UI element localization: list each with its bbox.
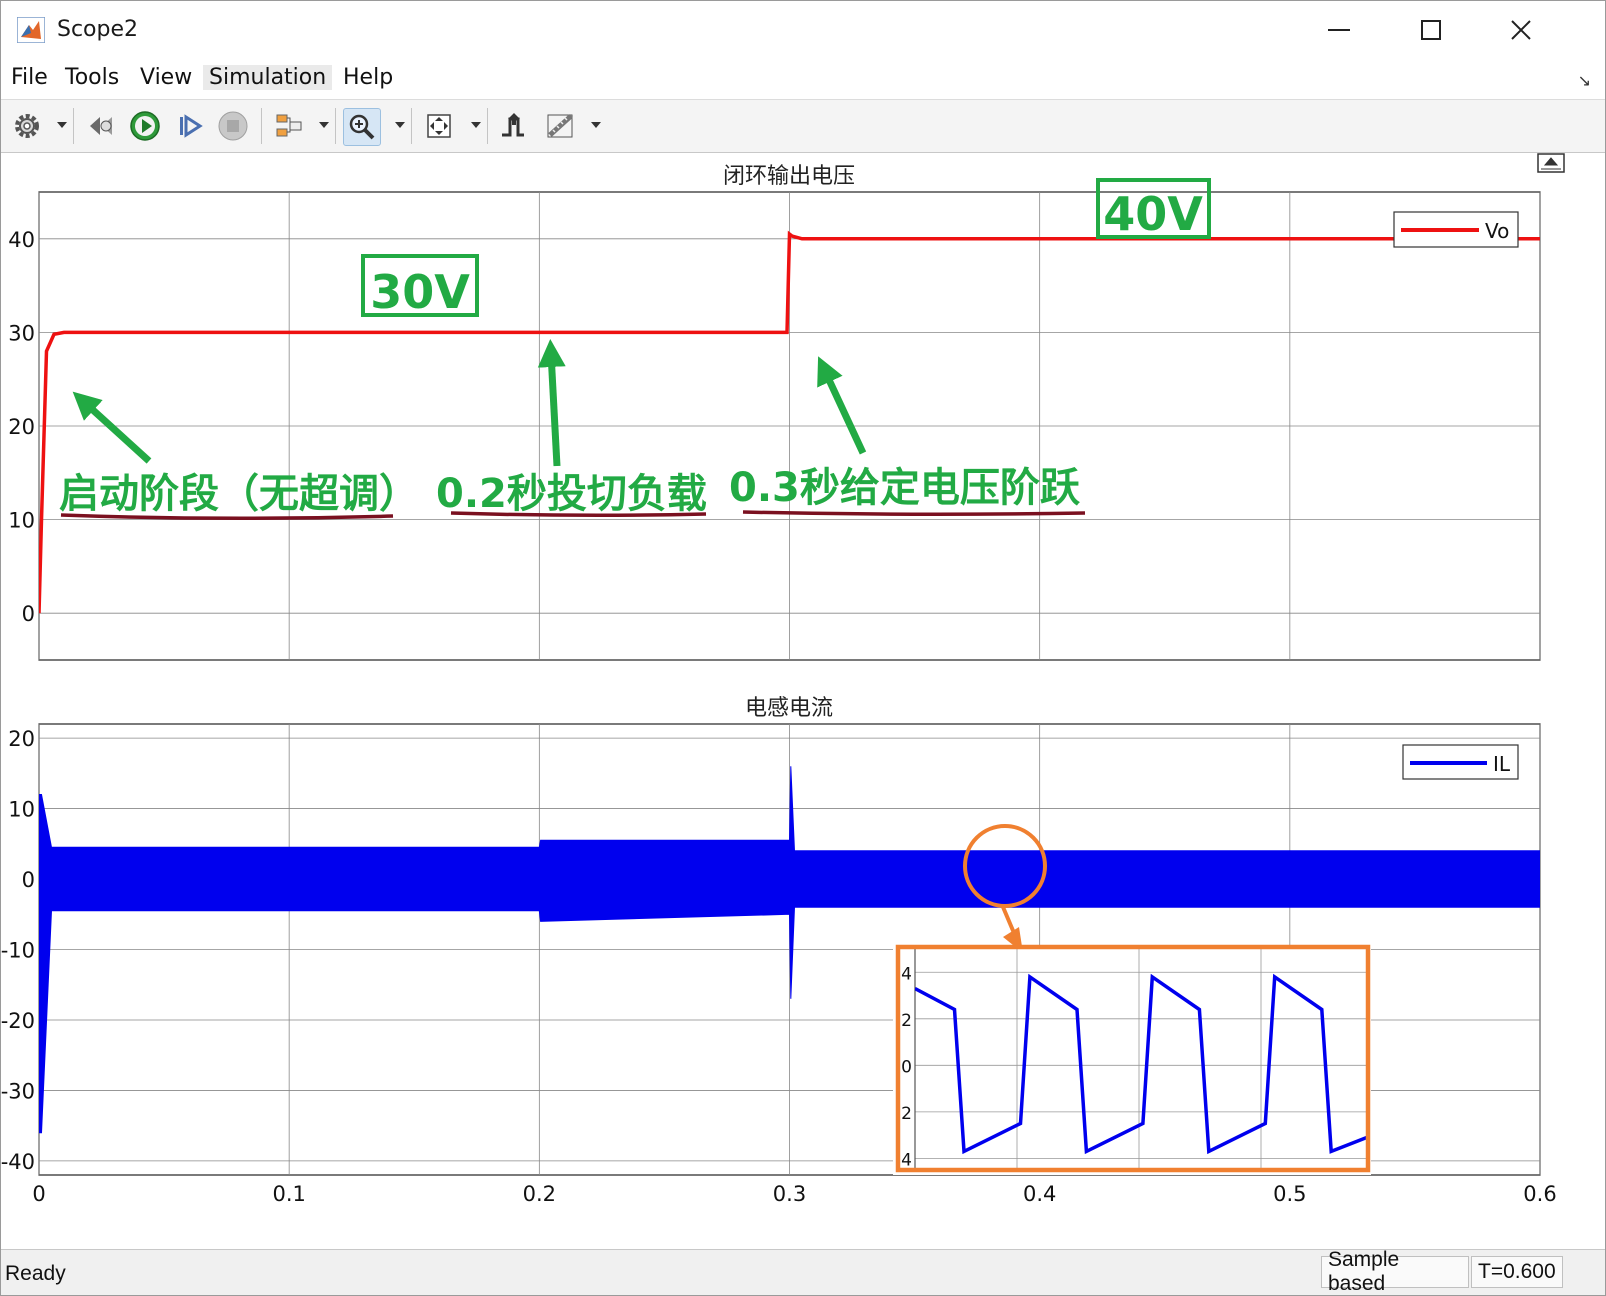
plot2-y-tick-label: 10	[8, 798, 35, 822]
plot1-y-ticks: 40 30 20 10 0	[8, 228, 35, 626]
plots-canvas: 闭环输出电压 403020100 Vo 30V 40V 启动阶段（无超调） 0.…	[1, 153, 1565, 1206]
inset-y-tick-label: 2	[901, 1011, 912, 1031]
svg-text:40V: 40V	[1103, 187, 1203, 241]
plot2-y-tick-label: -40	[1, 1150, 35, 1174]
signal-selector-dropdown-icon[interactable]	[319, 122, 329, 128]
legend-vo-label: Vo	[1485, 219, 1509, 243]
menu-view[interactable]: View	[140, 65, 192, 90]
plot2-y-tick-label: -20	[1, 1009, 35, 1033]
stop-icon	[218, 111, 248, 141]
plot2-y-tick-label: -30	[1, 1079, 35, 1103]
menu-simulation[interactable]: Simulation	[203, 65, 333, 90]
annotation-startup-label: 启动阶段（无超调）	[59, 471, 419, 517]
x-tick-label: 0.6	[1523, 1182, 1556, 1206]
plot2-y-tick-label: 20	[8, 727, 35, 751]
dock-arrow-icon[interactable]: ↘	[1578, 71, 1591, 90]
undock-button[interactable]	[1537, 153, 1565, 173]
window-title: Scope2	[57, 17, 139, 42]
measurements-button[interactable]	[543, 108, 579, 144]
plot1-y-tick-label: 40	[8, 228, 35, 252]
maximize-icon	[1421, 20, 1441, 40]
triggers-icon	[502, 113, 524, 137]
settings-button[interactable]	[9, 108, 45, 144]
step-forward-button[interactable]	[171, 108, 207, 144]
measurements-icon	[547, 114, 573, 138]
x-tick-label: 0.2	[523, 1182, 556, 1206]
menu-bar: File Tools View Simulation Help ↘	[1, 59, 1605, 100]
close-button[interactable]	[1475, 1, 1567, 59]
title-bar[interactable]: Scope2	[1, 1, 1605, 59]
zoom-button[interactable]	[343, 108, 381, 146]
stop-button[interactable]	[215, 108, 251, 144]
maximize-button[interactable]	[1385, 1, 1477, 59]
plot1-y-tick-label: 0	[22, 602, 35, 626]
plot2-title: 电感电流	[745, 696, 833, 721]
x-tick-label: 0.5	[1273, 1182, 1306, 1206]
svg-text:30V: 30V	[370, 265, 470, 319]
plot1-y-tick-label: 20	[8, 415, 35, 439]
x-tick-label: 0.4	[1023, 1182, 1056, 1206]
step-back-icon	[90, 117, 112, 135]
inset-y-tick-label: 4	[901, 1150, 912, 1170]
toolbar	[1, 100, 1605, 153]
measurements-dropdown-icon[interactable]	[591, 122, 601, 128]
triggers-button[interactable]	[495, 108, 531, 144]
autoscale-icon	[427, 114, 451, 138]
annotation-step-label: 0.3秒给定电压阶跃	[729, 465, 1081, 511]
zoom-icon	[349, 114, 375, 140]
autoscale-button[interactable]	[421, 108, 457, 144]
minimize-button[interactable]	[1293, 1, 1385, 59]
x-tick-label: 0	[32, 1182, 45, 1206]
menu-tools[interactable]: Tools	[65, 65, 119, 90]
plot1-title: 闭环输出电压	[723, 164, 855, 189]
settings-icon	[15, 114, 39, 138]
signal-selector-icon	[276, 114, 302, 137]
legend-il-label: IL	[1493, 752, 1511, 776]
status-mode: Sample based	[1321, 1248, 1469, 1295]
annotation-load-label: 0.2秒投切负载	[436, 471, 707, 517]
plot2-y-tick-label: 0	[22, 868, 35, 892]
menu-help[interactable]: Help	[343, 65, 393, 90]
x-tick-label: 0.3	[773, 1182, 806, 1206]
toolbar-separator	[487, 108, 488, 144]
toolbar-separator	[73, 108, 74, 144]
step-forward-icon	[180, 114, 203, 138]
scope-window: Scope2 File Tools View Simulation Help ↘	[0, 0, 1606, 1296]
menu-file[interactable]: File	[11, 65, 48, 90]
plot-area: 闭环输出电压 40 30 20 10 0 Vo 30V 40V 启动阶段（无超调…	[1, 153, 1605, 1247]
run-button[interactable]	[127, 108, 163, 144]
x-tick-label: 0.1	[272, 1182, 305, 1206]
status-ready: Ready	[5, 1262, 66, 1285]
close-icon	[1511, 20, 1531, 40]
toolbar-separator	[335, 108, 336, 144]
settings-dropdown-icon[interactable]	[57, 122, 67, 128]
x-axis-ticks: 0 0.1 0.2 0.3 0.4 0.5 0.6	[32, 1182, 1556, 1206]
plot1-y-tick-label: 30	[8, 321, 35, 345]
run-icon	[130, 111, 160, 141]
status-bar: Ready Sample based T=0.600	[1, 1248, 1605, 1295]
step-back-button[interactable]	[83, 108, 119, 144]
plot1-y-tick-label: 10	[8, 509, 35, 533]
plot2-y-ticks: 20 10 0 -10 -20 -30 -40	[1, 727, 35, 1174]
annotation-30v: 30V	[361, 254, 479, 319]
plot2-legend[interactable]: IL	[1402, 744, 1519, 780]
minimize-icon	[1328, 29, 1350, 31]
plot1-legend[interactable]: Vo	[1393, 211, 1519, 248]
inset-y-tick-label: 2	[901, 1104, 912, 1124]
signal-selector-button[interactable]	[271, 108, 307, 144]
zoom-inset: 4 2 0 2 4	[893, 944, 1371, 1175]
plot2-y-tick-label: -10	[1, 939, 35, 963]
zoom-dropdown-icon[interactable]	[395, 122, 405, 128]
matlab-app-icon	[17, 17, 45, 43]
status-time: T=0.600	[1471, 1256, 1563, 1288]
toolbar-separator	[411, 108, 412, 144]
inset-y-tick-label: 4	[901, 964, 912, 984]
autoscale-dropdown-icon[interactable]	[471, 122, 481, 128]
toolbar-separator	[261, 108, 262, 144]
annotation-40v: 40V	[1096, 178, 1211, 241]
inset-y-tick-label: 0	[901, 1057, 912, 1077]
